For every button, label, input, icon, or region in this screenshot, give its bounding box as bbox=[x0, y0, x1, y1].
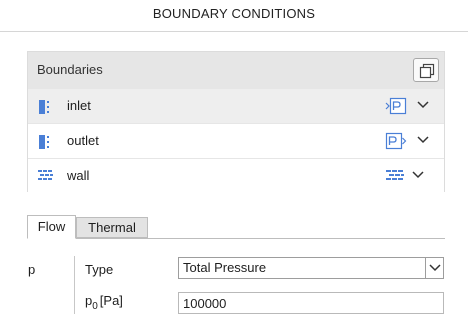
boundary-row-outlet[interactable]: outlet bbox=[28, 123, 444, 158]
tab-flow[interactable]: Flow bbox=[27, 215, 76, 239]
chevron-down-icon bbox=[429, 264, 441, 272]
boundaries-header: Boundaries bbox=[28, 52, 444, 88]
tab-thermal[interactable]: Thermal bbox=[76, 217, 148, 238]
chevron-down-icon[interactable] bbox=[417, 100, 429, 110]
wall-boundary-icon bbox=[38, 170, 53, 180]
copy-icon bbox=[419, 63, 435, 79]
copy-button[interactable] bbox=[413, 58, 439, 82]
variable-label: p bbox=[28, 262, 36, 277]
wall-icon bbox=[386, 170, 404, 180]
type-select-value: Total Pressure bbox=[183, 260, 267, 275]
chevron-down-icon[interactable] bbox=[412, 170, 424, 180]
type-select-toggle[interactable] bbox=[425, 258, 443, 278]
boundary-label-wall: wall bbox=[67, 168, 90, 183]
title-divider bbox=[0, 31, 468, 32]
boundary-row-inlet[interactable]: inlet bbox=[28, 88, 444, 123]
p0-label: p0 [Pa] bbox=[85, 293, 123, 312]
inlet-boundary-icon bbox=[39, 100, 49, 114]
boundary-row-wall[interactable]: wall bbox=[28, 158, 444, 193]
group-divider bbox=[74, 256, 75, 314]
tabs-divider bbox=[27, 238, 445, 239]
pressure-outlet-icon bbox=[385, 132, 407, 150]
boundaries-panel: Boundaries inlet outlet wall bbox=[27, 51, 445, 193]
type-select[interactable]: Total Pressure bbox=[178, 257, 444, 279]
p0-label-sub: 0 bbox=[92, 301, 98, 312]
boundaries-header-label: Boundaries bbox=[37, 62, 103, 77]
p0-label-unit: [Pa] bbox=[99, 293, 123, 308]
outlet-boundary-icon bbox=[39, 135, 49, 149]
boundary-label-outlet: outlet bbox=[67, 133, 99, 148]
type-label: Type bbox=[85, 262, 114, 277]
pressure-inlet-icon bbox=[385, 97, 407, 115]
panel-title: BOUNDARY CONDITIONS bbox=[152, 6, 316, 21]
chevron-down-icon[interactable] bbox=[417, 135, 429, 145]
p0-input[interactable] bbox=[178, 292, 444, 314]
boundary-label-inlet: inlet bbox=[67, 98, 91, 113]
